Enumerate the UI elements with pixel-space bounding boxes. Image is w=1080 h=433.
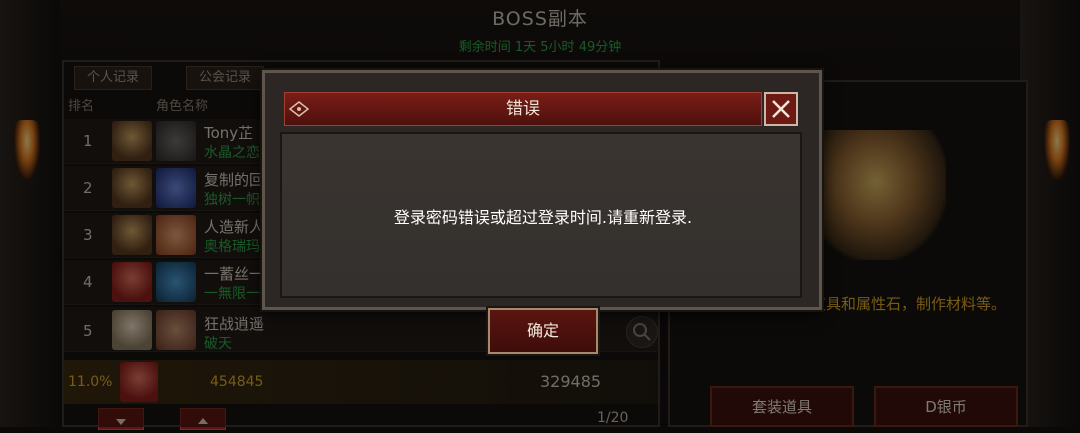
ornament-icon — [288, 101, 310, 117]
confirm-button[interactable]: 确定 — [488, 308, 598, 354]
dialog-title: 错误 — [284, 92, 762, 126]
error-dialog: 错误 登录密码错误或超过登录时间.请重新登录. 确定 — [262, 70, 822, 354]
dialog-body: 登录密码错误或超过登录时间.请重新登录. — [280, 132, 802, 298]
error-message: 登录密码错误或超过登录时间.请重新登录. — [393, 208, 693, 227]
close-icon — [772, 100, 790, 118]
close-button[interactable] — [764, 92, 798, 126]
